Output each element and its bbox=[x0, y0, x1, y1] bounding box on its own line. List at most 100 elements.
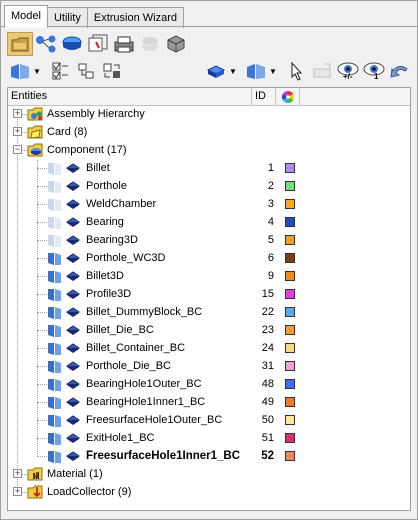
component-color-swatch[interactable] bbox=[285, 361, 295, 371]
component-color-swatch[interactable] bbox=[285, 343, 295, 353]
component-name: WeldChamber bbox=[86, 198, 157, 210]
shaded-dropdown-icon[interactable]: ▼ bbox=[229, 59, 237, 83]
component-row[interactable]: BearingHole1Inner1_BC 49 bbox=[8, 393, 410, 411]
display-state-on-icon[interactable] bbox=[46, 376, 64, 392]
component-diamond-icon bbox=[66, 433, 80, 443]
column-header-color[interactable] bbox=[276, 88, 300, 105]
entity-tree[interactable]: Entities ID + Assembly Hierarchy + Card … bbox=[7, 87, 411, 511]
display-state-on-icon[interactable] bbox=[46, 304, 64, 320]
column-header-id[interactable]: ID bbox=[252, 88, 276, 105]
entity-state-icon[interactable] bbox=[163, 32, 189, 56]
component-row[interactable]: Porthole 2 bbox=[8, 177, 410, 195]
component-color-swatch[interactable] bbox=[285, 451, 295, 461]
tab-bar: Model Utility Extrusion Wizard bbox=[4, 5, 184, 28]
visualization-mode-icon[interactable] bbox=[243, 59, 269, 83]
print-icon[interactable] bbox=[111, 32, 137, 56]
tree-item-material[interactable]: + M Material (1) bbox=[8, 465, 410, 483]
component-name: Billet bbox=[86, 162, 110, 174]
undo-arrow-icon[interactable] bbox=[387, 59, 413, 83]
display-state-on-icon[interactable] bbox=[46, 286, 64, 302]
component-color-swatch[interactable] bbox=[285, 217, 295, 227]
display-state-on-icon[interactable] bbox=[46, 412, 64, 428]
expand-plus-icon[interactable]: + bbox=[13, 469, 22, 478]
component-row[interactable]: ExitHole1_BC 51 bbox=[8, 429, 410, 447]
component-name: Billet_Die_BC bbox=[86, 324, 154, 336]
display-state-on-icon[interactable] bbox=[46, 322, 64, 338]
component-row[interactable]: Bearing 4 bbox=[8, 213, 410, 231]
checklist-icon[interactable] bbox=[47, 59, 73, 83]
component-view-icon[interactable] bbox=[59, 32, 85, 56]
component-row[interactable]: Billet 1 bbox=[8, 159, 410, 177]
display-mode-dropdown-icon[interactable]: ▼ bbox=[33, 59, 41, 83]
shaded-solid-icon[interactable] bbox=[203, 59, 229, 83]
expand-plus-icon[interactable]: + bbox=[13, 109, 22, 118]
tree-item-component[interactable]: − Component (17) bbox=[8, 141, 410, 159]
component-row[interactable]: Porthole_WC3D 6 bbox=[8, 249, 410, 267]
tree-item-card[interactable]: + Card (8) bbox=[8, 123, 410, 141]
component-row[interactable]: Billet_DummyBlock_BC 22 bbox=[8, 303, 410, 321]
visualization-dropdown-icon[interactable]: ▼ bbox=[269, 59, 277, 83]
component-row[interactable]: Billet_Die_BC 23 bbox=[8, 321, 410, 339]
component-color-swatch[interactable] bbox=[285, 181, 295, 191]
component-color-swatch[interactable] bbox=[285, 289, 295, 299]
component-color-swatch[interactable] bbox=[285, 433, 295, 443]
tree-item-assembly-hierarchy[interactable]: + Assembly Hierarchy bbox=[8, 105, 410, 123]
tree-item-loadcollector[interactable]: + LoadCollector (9) bbox=[8, 483, 410, 501]
tab-extrusion-wizard[interactable]: Extrusion Wizard bbox=[86, 7, 184, 28]
display-state-on-icon[interactable] bbox=[46, 358, 64, 374]
expand-plus-icon[interactable]: + bbox=[13, 487, 22, 496]
loadcollector-folder-icon bbox=[27, 485, 43, 499]
display-state-on-icon[interactable] bbox=[46, 250, 64, 266]
select-arrow-icon[interactable] bbox=[283, 59, 309, 83]
show-hide-eye-icon[interactable]: +/- bbox=[335, 59, 361, 83]
hierarchy-icon[interactable] bbox=[33, 32, 59, 56]
component-id: 1 bbox=[267, 162, 274, 174]
display-state-on-icon[interactable] bbox=[46, 340, 64, 356]
display-state-off-icon[interactable] bbox=[46, 232, 64, 248]
component-row[interactable]: FreesurfaceHole1Inner1_BC 52 bbox=[8, 447, 410, 465]
component-row[interactable]: Billet3D 9 bbox=[8, 267, 410, 285]
display-mode-icon[interactable] bbox=[7, 59, 33, 83]
display-state-off-icon[interactable] bbox=[46, 178, 64, 194]
component-id: 52 bbox=[261, 450, 274, 462]
tree-expand-icon[interactable] bbox=[73, 59, 99, 83]
display-state-off-icon[interactable] bbox=[46, 196, 64, 212]
swap-icon[interactable] bbox=[99, 59, 125, 83]
display-state-on-icon[interactable] bbox=[46, 394, 64, 410]
component-diamond-icon bbox=[66, 361, 80, 371]
clear-icon[interactable] bbox=[309, 59, 335, 83]
preview-icon[interactable] bbox=[85, 32, 111, 56]
tab-model[interactable]: Model bbox=[4, 5, 48, 28]
component-row[interactable]: Porthole_Die_BC 31 bbox=[8, 357, 410, 375]
component-row[interactable]: Bearing3D 5 bbox=[8, 231, 410, 249]
component-color-swatch[interactable] bbox=[285, 271, 295, 281]
component-color-swatch[interactable] bbox=[285, 325, 295, 335]
model-view-icon[interactable] bbox=[7, 32, 33, 56]
component-color-swatch[interactable] bbox=[285, 397, 295, 407]
expand-plus-icon[interactable]: + bbox=[13, 127, 22, 136]
component-color-swatch[interactable] bbox=[285, 379, 295, 389]
component-row[interactable]: FreesurfaceHole1Outer_BC 50 bbox=[8, 411, 410, 429]
display-state-off-icon[interactable] bbox=[46, 214, 64, 230]
collapse-minus-icon[interactable]: − bbox=[13, 145, 22, 154]
component-row[interactable]: Billet_Container_BC 24 bbox=[8, 339, 410, 357]
component-id: 49 bbox=[261, 396, 274, 408]
component-row[interactable]: BearingHole1Outer_BC 48 bbox=[8, 375, 410, 393]
component-color-swatch[interactable] bbox=[285, 235, 295, 245]
component-id: 50 bbox=[261, 414, 274, 426]
display-state-off-icon[interactable] bbox=[46, 160, 64, 176]
component-row[interactable]: Profile3D 15 bbox=[8, 285, 410, 303]
component-color-swatch[interactable] bbox=[285, 415, 295, 425]
component-color-swatch[interactable] bbox=[285, 199, 295, 209]
layers-disabled-icon[interactable] bbox=[137, 32, 163, 56]
component-color-swatch[interactable] bbox=[285, 253, 295, 263]
isolate-eye-icon[interactable]: 1 bbox=[361, 59, 387, 83]
display-state-on-icon[interactable] bbox=[46, 430, 64, 446]
component-row[interactable]: WeldChamber 3 bbox=[8, 195, 410, 213]
tab-utility[interactable]: Utility bbox=[46, 7, 88, 28]
column-header-entities[interactable]: Entities bbox=[8, 88, 252, 105]
display-state-on-icon[interactable] bbox=[46, 448, 64, 464]
component-color-swatch[interactable] bbox=[285, 163, 295, 173]
component-color-swatch[interactable] bbox=[285, 307, 295, 317]
display-state-on-icon[interactable] bbox=[46, 268, 64, 284]
